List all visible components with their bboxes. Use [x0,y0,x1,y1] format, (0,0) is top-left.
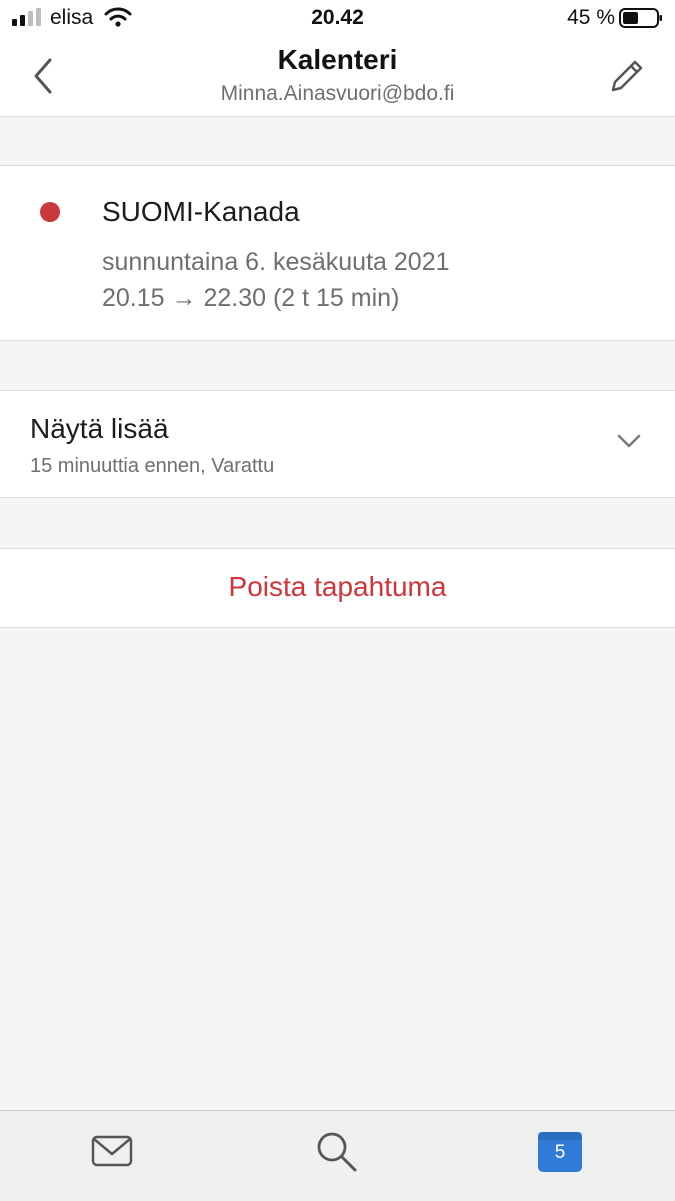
event-date: sunnuntaina 6. kesäkuuta 2021 [102,248,450,276]
battery-icon [619,8,662,28]
search-icon[interactable] [312,1127,360,1175]
status-bar: elisa 20.42 45 % [0,0,675,38]
battery-percentage: 45 % [567,6,615,29]
event-time-range: 20.15 → 22.30 (2 t 15 min) [102,284,400,312]
event-title: SUOMI-Kanada [102,196,300,227]
account-email: Minna.Ainasvuori@bdo.fi [220,82,455,105]
page-title: Kalenteri [277,44,398,75]
show-more-row[interactable]: Näytä lisää 15 minuuttia ennen, Varattu [0,390,675,498]
calendar-tab[interactable]: 5 [536,1127,584,1175]
chevron-down-icon [617,434,641,448]
delete-event-button[interactable]: Poista tapahtuma [0,571,675,603]
navigation-bar: Kalenteri Minna.Ainasvuori@bdo.fi [0,38,675,117]
tab-bar: 5 [0,1110,675,1201]
show-more-title: Näytä lisää [30,413,169,444]
mail-icon[interactable] [88,1127,136,1175]
calendar-color-dot [40,202,60,222]
reminder-status-summary: 15 minuuttia ennen, Varattu [30,455,275,477]
pencil-icon[interactable] [605,54,649,98]
event-details-card: SUOMI-Kanada sunnuntaina 6. kesäkuuta 20… [0,165,675,341]
delete-event-row[interactable]: Poista tapahtuma [0,548,675,628]
calendar-day-number: 5 [554,1142,566,1163]
